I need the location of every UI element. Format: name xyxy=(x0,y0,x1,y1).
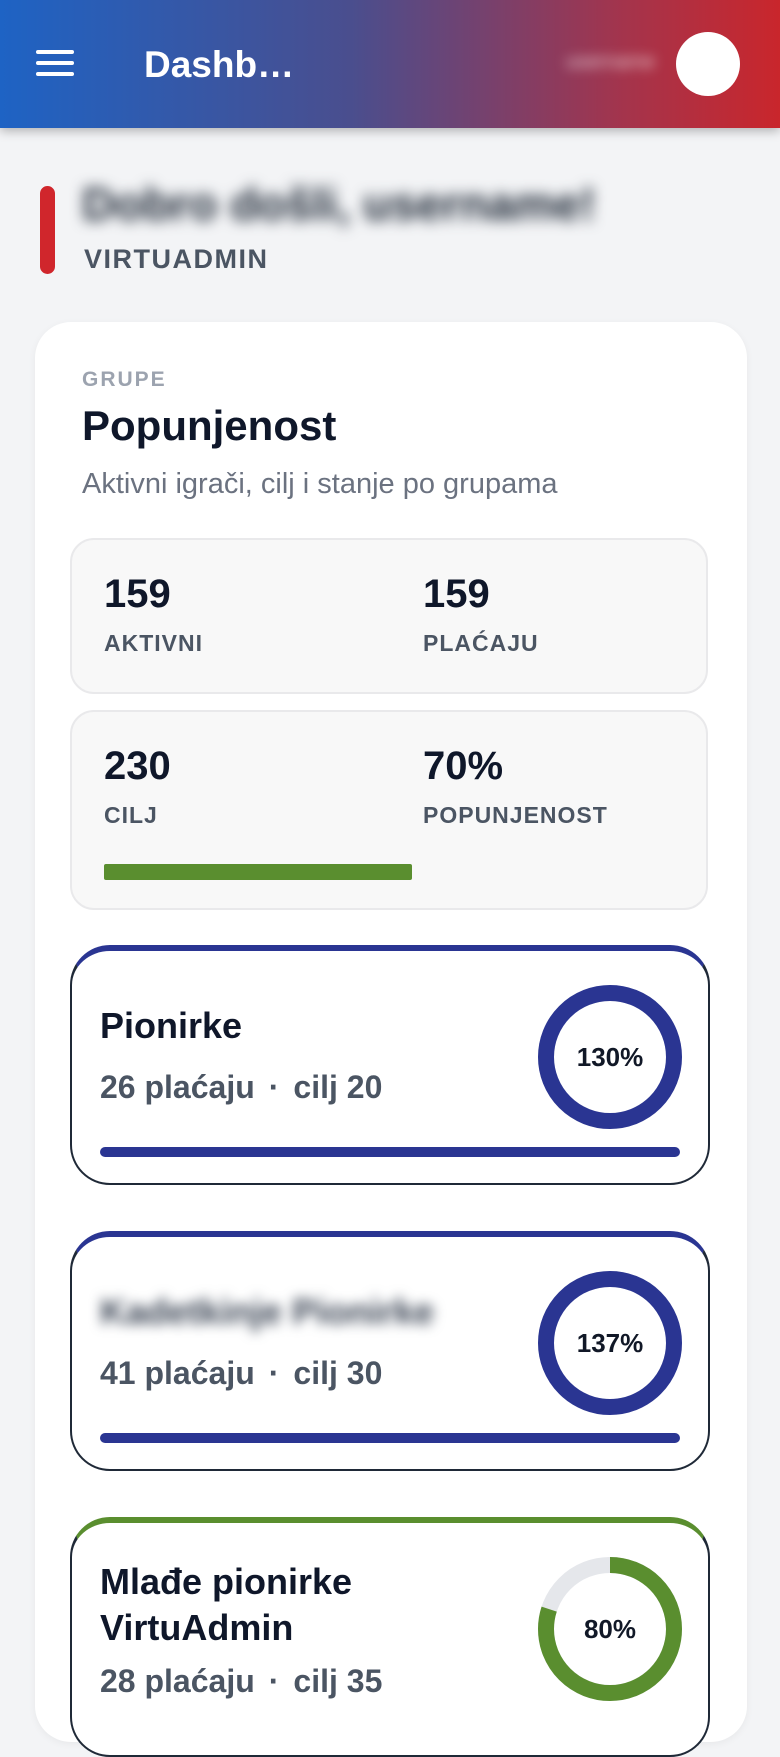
percent-ring: 137% xyxy=(538,1271,682,1415)
active-label: AKTIVNI xyxy=(104,630,203,656)
app-title: Dashbo… xyxy=(144,44,314,85)
avatar[interactable] xyxy=(676,32,740,96)
ring-percent: 137% xyxy=(577,1328,644,1358)
group-meta: 28 plaćaju · cilj 35 xyxy=(100,1663,382,1700)
accent-bar xyxy=(40,186,55,274)
group-name: Pionirke xyxy=(100,1005,243,1046)
user-name[interactable]: username xyxy=(545,50,655,74)
percent-ring: 80% xyxy=(538,1557,682,1701)
user-role: VIRTUADMIN xyxy=(84,244,269,274)
group-card-pionirke[interactable]: Pionirke 26 plaćaju · cilj 20 130% xyxy=(70,945,710,1185)
ring-percent: 130% xyxy=(577,1042,644,1072)
app-bar: Dashbo… username xyxy=(0,0,780,128)
group-meta: 41 plaćaju · cilj 30 xyxy=(100,1355,382,1392)
ring-percent: 80% xyxy=(584,1614,636,1644)
group-name: Kadetkinje Pionirke xyxy=(100,1291,435,1332)
separator-dot: · xyxy=(268,1663,280,1699)
group-name-line1: Mlađe pionirke xyxy=(100,1561,353,1602)
active-value: 159 xyxy=(104,572,171,616)
group-progress-bar xyxy=(100,1433,680,1443)
card-eyebrow: GRUPE xyxy=(82,368,167,391)
goal-value: 230 xyxy=(104,744,171,788)
overall-progress-fill xyxy=(104,864,412,880)
group-name: Mlađe pionirke VirtuAdmin xyxy=(100,1559,352,1651)
group-name-line2: VirtuAdmin xyxy=(100,1607,294,1648)
welcome-greeting: Dobro došli, username! xyxy=(82,178,596,230)
stats-active-paying: 159 AKTIVNI 159 PLAĆAJU xyxy=(70,538,708,694)
group-paying: 28 plaćaju xyxy=(100,1663,255,1699)
group-goal: cilj 20 xyxy=(293,1069,383,1105)
paying-label: PLAĆAJU xyxy=(423,630,539,656)
card-title: Popunjenost xyxy=(82,402,337,449)
card-subtitle: Aktivni igrači, cilj i stanje po grupama xyxy=(82,468,558,500)
fill-value: 70% xyxy=(423,744,504,788)
group-goal: cilj 35 xyxy=(293,1663,383,1699)
group-goal: cilj 30 xyxy=(293,1355,383,1391)
paying-value: 159 xyxy=(423,572,490,616)
group-card-2[interactable]: Kadetkinje Pionirke 41 plaćaju · cilj 30 1… xyxy=(70,1231,710,1471)
group-meta: 26 plaćaju · cilj 20 xyxy=(100,1069,382,1106)
separator-dot: · xyxy=(268,1355,280,1391)
stats-goal-fill: 230 CILJ 70% POPUNJENOST xyxy=(70,710,708,910)
overall-progress-bar xyxy=(104,864,544,880)
group-progress-bar xyxy=(100,1147,680,1157)
percent-ring: 130% xyxy=(538,985,682,1129)
group-paying: 41 plaćaju xyxy=(100,1355,255,1391)
group-paying: 26 plaćaju xyxy=(100,1069,255,1105)
fill-label: POPUNJENOST xyxy=(423,802,608,828)
hamburger-menu-icon[interactable] xyxy=(36,49,76,79)
group-card-mladje-pionirke[interactable]: Mlađe pionirke VirtuAdmin 28 plaćaju · cil… xyxy=(70,1517,710,1757)
separator-dot: · xyxy=(268,1069,280,1105)
goal-label: CILJ xyxy=(104,802,158,828)
